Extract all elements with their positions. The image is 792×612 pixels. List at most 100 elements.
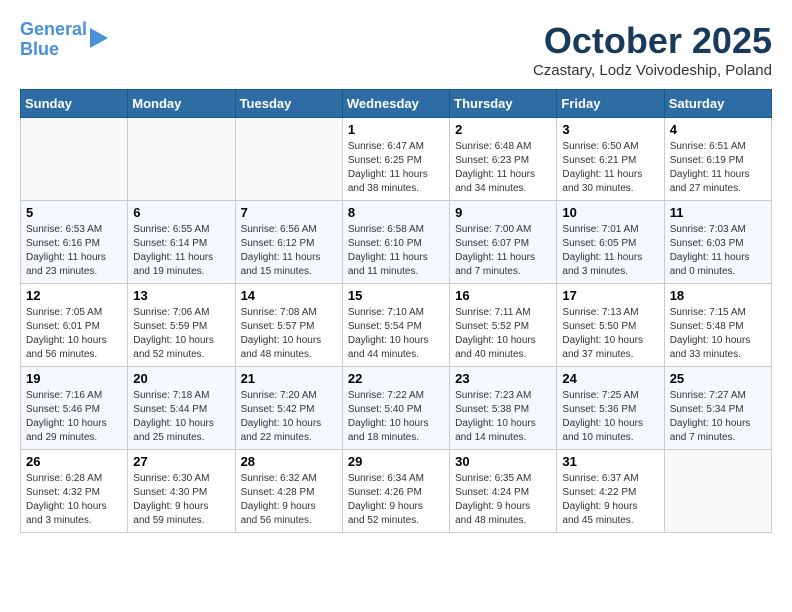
day-number: 28 (241, 454, 337, 469)
day-info: Sunrise: 6:30 AM Sunset: 4:30 PM Dayligh… (133, 472, 229, 528)
day-info: Sunrise: 7:06 AM Sunset: 5:59 PM Dayligh… (133, 306, 229, 362)
calendar-cell: 25 Sunrise: 7:27 AM Sunset: 5:34 PM Dayli… (664, 367, 771, 450)
day-number: 29 (348, 454, 444, 469)
day-info: Sunrise: 7:00 AM Sunset: 6:07 PM Dayligh… (455, 223, 551, 279)
calendar-cell: 17Sunrise: 7:13 AM Sunset: 5:50 PM Dayli… (557, 284, 664, 367)
calendar-cell: 1Sunrise: 6:47 AM Sunset: 6:25 PM Daylig… (342, 118, 449, 201)
calendar-cell (235, 118, 342, 201)
day-number: 9 (455, 205, 551, 220)
day-info: Sunrise: 6:48 AM Sunset: 6:23 PM Dayligh… (455, 140, 551, 196)
day-info: Sunrise: 6:37 AM Sunset: 4:22 PM Dayligh… (562, 472, 658, 528)
weekday-header-row: SundayMondayTuesdayWednesdayThursdayFrid… (21, 90, 772, 118)
calendar-cell: 30 Sunrise: 6:35 AM Sunset: 4:24 PM Dayli… (450, 450, 557, 533)
calendar-week-row: 5 Sunrise: 6:53 AM Sunset: 6:16 PM Daylig… (21, 201, 772, 284)
day-info: Sunrise: 7:11 AM Sunset: 5:52 PM Dayligh… (455, 306, 551, 362)
day-info: Sunrise: 6:28 AM Sunset: 4:32 PM Dayligh… (26, 472, 122, 528)
calendar-cell: 29 Sunrise: 6:34 AM Sunset: 4:26 PM Dayli… (342, 450, 449, 533)
day-info: Sunrise: 6:35 AM Sunset: 4:24 PM Dayligh… (455, 472, 551, 528)
day-info: Sunrise: 6:34 AM Sunset: 4:26 PM Dayligh… (348, 472, 444, 528)
calendar-cell: 3Sunrise: 6:50 AM Sunset: 6:21 PM Daylig… (557, 118, 664, 201)
calendar-cell: 26Sunrise: 6:28 AM Sunset: 4:32 PM Dayli… (21, 450, 128, 533)
logo: GeneralBlue (20, 20, 108, 60)
calendar-cell: 28 Sunrise: 6:32 AM Sunset: 4:28 PM Dayli… (235, 450, 342, 533)
day-number: 25 (670, 371, 766, 386)
calendar-cell: 5 Sunrise: 6:53 AM Sunset: 6:16 PM Daylig… (21, 201, 128, 284)
calendar-table: SundayMondayTuesdayWednesdayThursdayFrid… (20, 89, 772, 533)
day-number: 7 (241, 205, 337, 220)
title-block: October 2025 Czastary, Lodz Voivodeship,… (533, 20, 772, 79)
day-info: Sunrise: 7:25 AM Sunset: 5:36 PM Dayligh… (562, 389, 658, 445)
weekday-header: Saturday (664, 90, 771, 118)
calendar-cell: 22 Sunrise: 7:22 AM Sunset: 5:40 PM Dayli… (342, 367, 449, 450)
day-info: Sunrise: 7:20 AM Sunset: 5:42 PM Dayligh… (241, 389, 337, 445)
calendar-cell: 13 Sunrise: 7:06 AM Sunset: 5:59 PM Dayli… (128, 284, 235, 367)
calendar-cell: 8 Sunrise: 6:58 AM Sunset: 6:10 PM Daylig… (342, 201, 449, 284)
day-number: 19 (26, 371, 122, 386)
day-info: Sunrise: 6:32 AM Sunset: 4:28 PM Dayligh… (241, 472, 337, 528)
day-info: Sunrise: 6:53 AM Sunset: 6:16 PM Dayligh… (26, 223, 122, 279)
logo-text: GeneralBlue (20, 20, 87, 60)
day-number: 20 (133, 371, 229, 386)
calendar-cell (21, 118, 128, 201)
calendar-week-row: 19 Sunrise: 7:16 AM Sunset: 5:46 PM Dayli… (21, 367, 772, 450)
calendar-cell: 18 Sunrise: 7:15 AM Sunset: 5:48 PM Dayli… (664, 284, 771, 367)
day-info: Sunrise: 7:08 AM Sunset: 5:57 PM Dayligh… (241, 306, 337, 362)
calendar-cell: 6Sunrise: 6:55 AM Sunset: 6:14 PM Daylig… (128, 201, 235, 284)
day-info: Sunrise: 6:51 AM Sunset: 6:19 PM Dayligh… (670, 140, 766, 196)
day-number: 21 (241, 371, 337, 386)
calendar-cell: 14 Sunrise: 7:08 AM Sunset: 5:57 PM Dayli… (235, 284, 342, 367)
calendar-week-row: 12 Sunrise: 7:05 AM Sunset: 6:01 PM Dayli… (21, 284, 772, 367)
weekday-header: Friday (557, 90, 664, 118)
day-number: 27 (133, 454, 229, 469)
day-number: 4 (670, 122, 766, 137)
day-number: 30 (455, 454, 551, 469)
calendar-cell: 24 Sunrise: 7:25 AM Sunset: 5:36 PM Dayli… (557, 367, 664, 450)
day-number: 14 (241, 288, 337, 303)
calendar-cell: 21 Sunrise: 7:20 AM Sunset: 5:42 PM Dayli… (235, 367, 342, 450)
calendar-cell: 7Sunrise: 6:56 AM Sunset: 6:12 PM Daylig… (235, 201, 342, 284)
calendar-cell: 16 Sunrise: 7:11 AM Sunset: 5:52 PM Dayli… (450, 284, 557, 367)
calendar-cell: 19 Sunrise: 7:16 AM Sunset: 5:46 PM Dayli… (21, 367, 128, 450)
day-number: 23 (455, 371, 551, 386)
weekday-header: Thursday (450, 90, 557, 118)
day-info: Sunrise: 7:16 AM Sunset: 5:46 PM Dayligh… (26, 389, 122, 445)
weekday-header: Wednesday (342, 90, 449, 118)
day-info: Sunrise: 7:15 AM Sunset: 5:48 PM Dayligh… (670, 306, 766, 362)
day-number: 18 (670, 288, 766, 303)
location-subtitle: Czastary, Lodz Voivodeship, Poland (533, 62, 772, 79)
day-info: Sunrise: 7:05 AM Sunset: 6:01 PM Dayligh… (26, 306, 122, 362)
day-info: Sunrise: 7:18 AM Sunset: 5:44 PM Dayligh… (133, 389, 229, 445)
month-title: October 2025 (533, 20, 772, 62)
day-info: Sunrise: 6:55 AM Sunset: 6:14 PM Dayligh… (133, 223, 229, 279)
calendar-cell: 15Sunrise: 7:10 AM Sunset: 5:54 PM Dayli… (342, 284, 449, 367)
calendar-week-row: 26Sunrise: 6:28 AM Sunset: 4:32 PM Dayli… (21, 450, 772, 533)
day-number: 5 (26, 205, 122, 220)
day-info: Sunrise: 7:27 AM Sunset: 5:34 PM Dayligh… (670, 389, 766, 445)
day-number: 16 (455, 288, 551, 303)
day-number: 22 (348, 371, 444, 386)
day-number: 24 (562, 371, 658, 386)
calendar-cell (128, 118, 235, 201)
day-info: Sunrise: 6:58 AM Sunset: 6:10 PM Dayligh… (348, 223, 444, 279)
logo-arrow-icon (90, 28, 108, 48)
weekday-header: Tuesday (235, 90, 342, 118)
day-info: Sunrise: 7:22 AM Sunset: 5:40 PM Dayligh… (348, 389, 444, 445)
weekday-header: Sunday (21, 90, 128, 118)
calendar-cell: 31 Sunrise: 6:37 AM Sunset: 4:22 PM Dayli… (557, 450, 664, 533)
day-number: 10 (562, 205, 658, 220)
day-info: Sunrise: 7:01 AM Sunset: 6:05 PM Dayligh… (562, 223, 658, 279)
weekday-header: Monday (128, 90, 235, 118)
day-number: 12 (26, 288, 122, 303)
day-info: Sunrise: 7:23 AM Sunset: 5:38 PM Dayligh… (455, 389, 551, 445)
day-number: 3 (562, 122, 658, 137)
calendar-cell: 10 Sunrise: 7:01 AM Sunset: 6:05 PM Dayli… (557, 201, 664, 284)
page-header: GeneralBlue October 2025 Czastary, Lodz … (20, 20, 772, 79)
calendar-cell: 2 Sunrise: 6:48 AM Sunset: 6:23 PM Daylig… (450, 118, 557, 201)
day-number: 8 (348, 205, 444, 220)
calendar-cell: 11Sunrise: 7:03 AM Sunset: 6:03 PM Dayli… (664, 201, 771, 284)
day-number: 2 (455, 122, 551, 137)
day-number: 13 (133, 288, 229, 303)
day-number: 31 (562, 454, 658, 469)
calendar-cell: 20 Sunrise: 7:18 AM Sunset: 5:44 PM Dayli… (128, 367, 235, 450)
day-number: 1 (348, 122, 444, 137)
